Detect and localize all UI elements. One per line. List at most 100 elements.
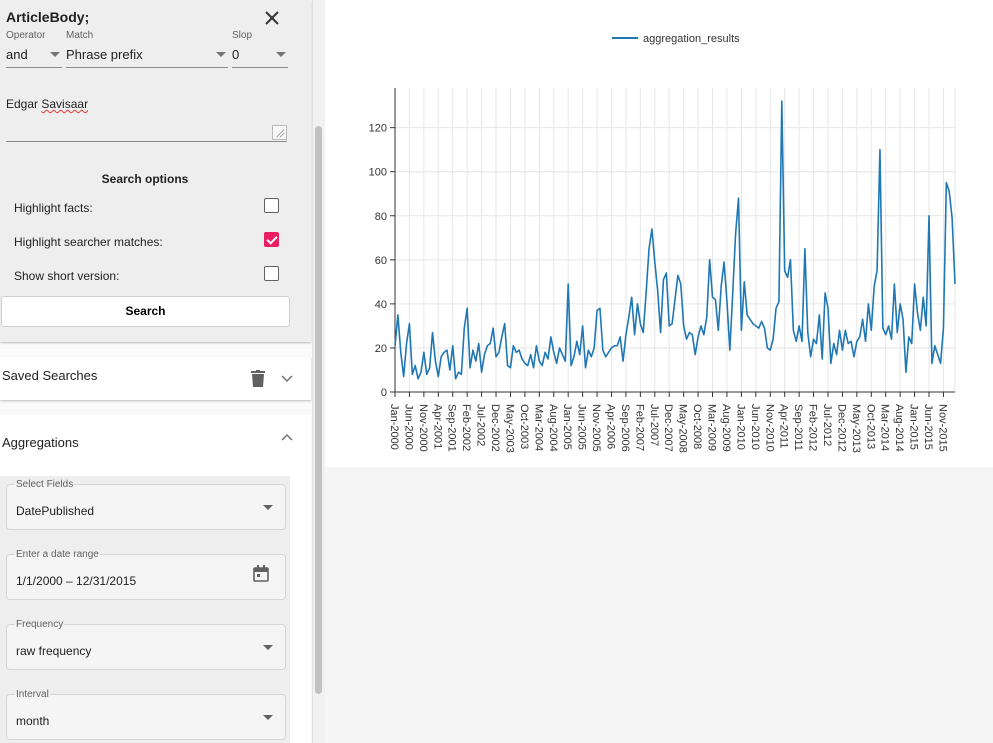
x-tick-label: Feb-2007	[633, 404, 645, 451]
x-tick-label: Aug-2009	[720, 404, 732, 452]
y-tick-label: 60	[375, 255, 387, 267]
slop-label: Slop	[232, 30, 253, 41]
close-icon[interactable]	[262, 8, 282, 28]
chevron-up-icon[interactable]	[281, 433, 293, 441]
dropdown-arrow-icon	[263, 645, 273, 650]
highlight-facts-checkbox[interactable]	[264, 198, 279, 213]
chart-legend[interactable]: aggregation_results	[612, 33, 740, 45]
dropdown-arrow-icon	[276, 52, 286, 57]
option-label: Highlight facts:	[14, 201, 93, 215]
x-tick-label: Jun-2000	[402, 404, 414, 450]
option-highlight-facts: Highlight facts:	[14, 198, 279, 218]
x-tick-label: Sep-2006	[619, 404, 631, 452]
y-tick-label: 0	[381, 387, 387, 399]
x-tick-label: Apr-2006	[604, 404, 616, 449]
x-tick-label: Jun-2015	[922, 404, 934, 450]
dropdown-arrow-icon	[263, 505, 273, 510]
field-value: raw frequency	[16, 644, 92, 658]
field-label: Interval	[15, 689, 50, 700]
operator-value: and	[6, 47, 28, 62]
x-tick-label: Jun-2010	[749, 404, 761, 450]
x-tick-label: Feb-2002	[460, 404, 472, 451]
x-tick-label: Sep-2001	[446, 404, 458, 452]
x-tick-label: Jan-2010	[734, 404, 746, 450]
x-tick-label: Jan-2005	[561, 404, 573, 450]
calendar-icon[interactable]	[253, 565, 269, 582]
query-text: Edgar Savisaar	[6, 97, 88, 111]
y-tick-label: 40	[375, 299, 387, 311]
x-tick-label: Jan-2000	[388, 404, 400, 450]
x-tick-label: Mar-2014	[879, 404, 891, 451]
y-tick-label: 120	[369, 123, 387, 135]
x-tick-label: Nov-2015	[936, 404, 948, 452]
show-short-version-checkbox[interactable]	[264, 266, 279, 281]
operator-label: Operator	[6, 30, 46, 41]
operator-select[interactable]: and	[6, 46, 62, 68]
x-tick-label: Oct-2003	[518, 404, 530, 449]
legend-label: aggregation_results	[643, 33, 740, 45]
aggregations-form: Select Fields DatePublished Enter a date…	[0, 476, 290, 743]
search-options-panel: Search options Highlight facts: Highligh…	[0, 168, 290, 290]
x-tick-label: May-2008	[677, 404, 689, 453]
field-label: Enter a date range	[15, 549, 100, 560]
field-value: DatePublished	[16, 504, 95, 518]
search-button[interactable]: Search	[1, 296, 290, 327]
slop-select[interactable]: 0	[232, 46, 288, 68]
slop-value: 0	[232, 47, 240, 62]
x-tick-label: Oct-2008	[691, 404, 703, 449]
app-window: ArticleBody; Operator Match Slop and Phr…	[0, 0, 993, 743]
option-label: Show short version:	[14, 269, 120, 283]
match-select[interactable]: Phrase prefix	[66, 46, 228, 68]
query-word: Edgar	[6, 97, 39, 111]
x-tick-label: Nov-2010	[763, 404, 775, 452]
x-tick-label: Mar-2004	[532, 404, 544, 451]
x-tick-label: Sep-2011	[792, 404, 804, 451]
option-show-short-version: Show short version:	[14, 266, 279, 286]
option-highlight-searcher-matches: Highlight searcher matches:	[14, 232, 279, 252]
chart-svg: aggregation_results 0 20 40 60 80 100 120 Jan-…	[369, 33, 956, 453]
chart-axes	[390, 88, 955, 397]
chevron-down-icon[interactable]	[281, 375, 293, 383]
x-tick-label: Nov-2005	[590, 404, 602, 452]
search-options-title: Search options	[101, 172, 189, 186]
x-tick-label: Jan-2015	[908, 404, 920, 450]
field-value: month	[16, 714, 50, 728]
match-label: Match	[66, 30, 94, 41]
select-fields-dropdown[interactable]: Select Fields DatePublished	[6, 479, 286, 530]
search-field-title: ArticleBody;	[6, 9, 90, 25]
y-tick-label: 80	[375, 211, 387, 223]
x-tick-label: Aug-2014	[893, 404, 905, 452]
trash-icon[interactable]	[250, 370, 266, 388]
x-tick-label: Feb-2012	[807, 404, 819, 451]
x-tick-label: Mar-2009	[706, 404, 718, 451]
resize-handle-icon[interactable]	[272, 125, 287, 140]
x-tick-label: Aug-2004	[547, 404, 559, 452]
y-tick-label: 100	[369, 167, 387, 179]
query-word-misspelled: Savisaar	[41, 97, 89, 111]
x-tick-label: Apr-2011	[778, 404, 790, 448]
y-axis-tick-labels: 0 20 40 60 80 100 120	[369, 123, 387, 399]
frequency-dropdown[interactable]: Frequency raw frequency	[6, 619, 286, 670]
x-tick-label: Jul-2012	[821, 404, 833, 446]
x-tick-label: Jul-2002	[475, 404, 487, 446]
results-panel: aggregation_results 0 20 40 60 80 100 120 Jan-…	[325, 0, 993, 743]
dropdown-arrow-icon	[216, 52, 226, 57]
x-tick-label: May-2013	[850, 404, 862, 453]
aggregations-title[interactable]: Aggregations	[2, 435, 79, 450]
date-range-input[interactable]: Enter a date range 1/1/2000 – 12/31/2015	[6, 549, 286, 600]
field-label: Frequency	[15, 619, 65, 630]
dropdown-arrow-icon	[50, 52, 60, 57]
field-label: Select Fields	[15, 479, 75, 490]
x-tick-label: Dec-2012	[835, 404, 847, 452]
option-label: Highlight searcher matches:	[14, 235, 163, 249]
aggregation-chart: aggregation_results 0 20 40 60 80 100 120 Jan-…	[325, 0, 993, 467]
highlight-searcher-matches-checkbox[interactable]	[264, 232, 279, 247]
saved-searches-title: Saved Searches	[2, 368, 98, 383]
x-tick-label: Dec-2007	[662, 404, 674, 452]
query-textarea[interactable]: Edgar Savisaar	[6, 88, 287, 142]
x-tick-label: Oct-2013	[864, 404, 876, 449]
x-tick-label: Apr-2001	[431, 404, 443, 449]
interval-dropdown[interactable]: Interval month	[6, 689, 286, 740]
sidebar-scrollbar-thumb[interactable]	[315, 126, 322, 694]
x-tick-label: Dec-2002	[489, 404, 501, 452]
